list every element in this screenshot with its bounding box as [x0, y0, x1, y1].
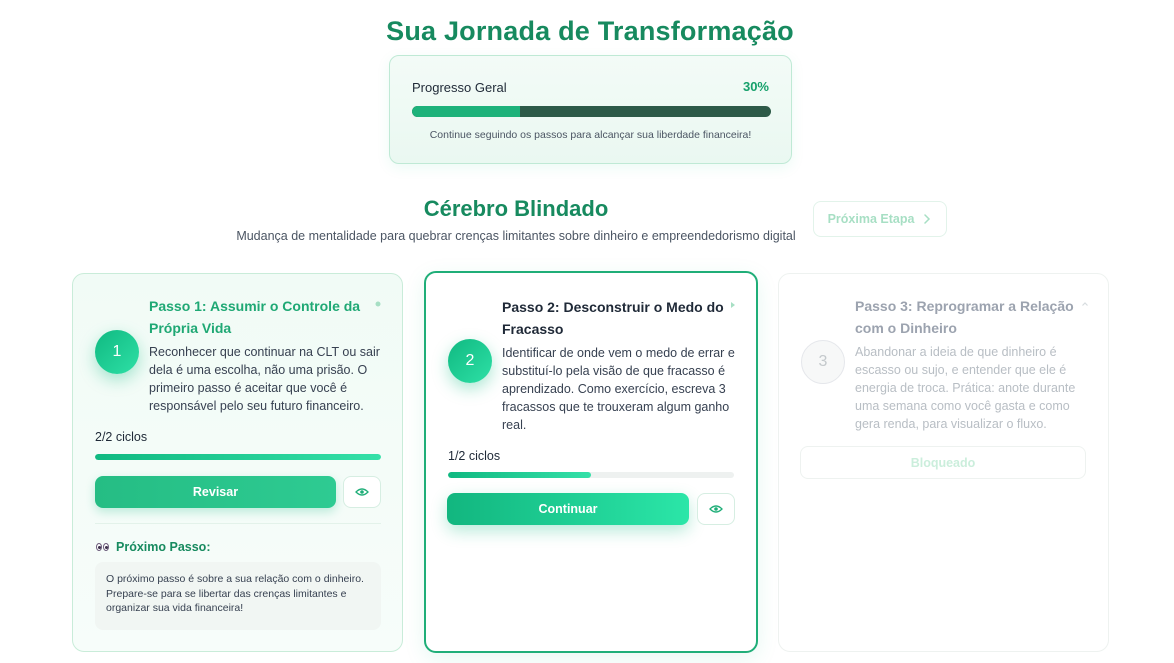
step-2-cycles-fill [448, 472, 591, 478]
step-card-2: 2 Passo 2: Desconstruir o Medo do Fracas… [424, 271, 758, 653]
step-1-cycles-bar [95, 454, 381, 460]
chevron-right-icon [924, 214, 931, 224]
eye-icon [709, 505, 723, 513]
eye-icon [355, 488, 369, 496]
step-2-cycles: 1/2 ciclos [448, 449, 501, 463]
step-card-3: 3 Passo 3: Reprogramar a Relação com o D… [778, 273, 1109, 652]
step-2-title: Passo 2: Desconstruir o Medo do Fracasso [502, 299, 724, 337]
overall-progress-bar [412, 106, 771, 117]
next-step-heading-label: Próximo Passo: [116, 540, 211, 554]
step-1-title: Passo 1: Assumir o Controle da Própria V… [149, 298, 361, 336]
step-1-cycles: 2/2 ciclos [95, 430, 148, 444]
step-number-3: 3 [801, 340, 845, 384]
next-step-heading: Próximo Passo: [96, 540, 210, 554]
next-stage-button[interactable]: Próxima Etapa [813, 201, 947, 237]
step-card-1: 1 Passo 1: Assumir o Controle da Própria… [72, 273, 403, 652]
step-number-2: 2 [448, 339, 492, 383]
next-stage-label: Próxima Etapa [827, 212, 915, 226]
view-step-2-button[interactable] [697, 493, 735, 525]
progress-label: Progresso Geral [412, 80, 507, 95]
next-step-box: O próximo passo é sobre a sua relação co… [95, 562, 381, 630]
progress-percent: 30% [742, 79, 769, 94]
step-3-title: Passo 3: Reprogramar a Relação com o Din… [855, 298, 1074, 336]
eyes-icon [96, 543, 109, 551]
page-title: Sua Jornada de Transformação [386, 16, 794, 46]
continue-button[interactable]: Continuar [447, 493, 689, 525]
review-button[interactable]: Revisar [95, 476, 336, 508]
view-step-1-button[interactable] [343, 476, 381, 508]
progress-note: Continue seguindo os passos para alcança… [429, 129, 752, 141]
divider [95, 523, 381, 524]
step-1-description: Reconhecer que continuar na CLT ou sair … [149, 345, 380, 413]
step-2-description: Identificar de onde vem o medo de errar … [502, 346, 735, 432]
step-number-1: 1 [95, 330, 139, 374]
overall-progress-fill [412, 106, 520, 117]
locked-button[interactable]: Bloqueado [800, 446, 1086, 479]
progress-card: Progresso Geral 30% Continue seguindo os… [389, 55, 792, 164]
step-2-cycles-bar [448, 472, 734, 478]
step-1-cycles-fill [95, 454, 381, 460]
step-3-description: Abandonar a ideia de que dinheiro é esca… [855, 345, 1076, 431]
